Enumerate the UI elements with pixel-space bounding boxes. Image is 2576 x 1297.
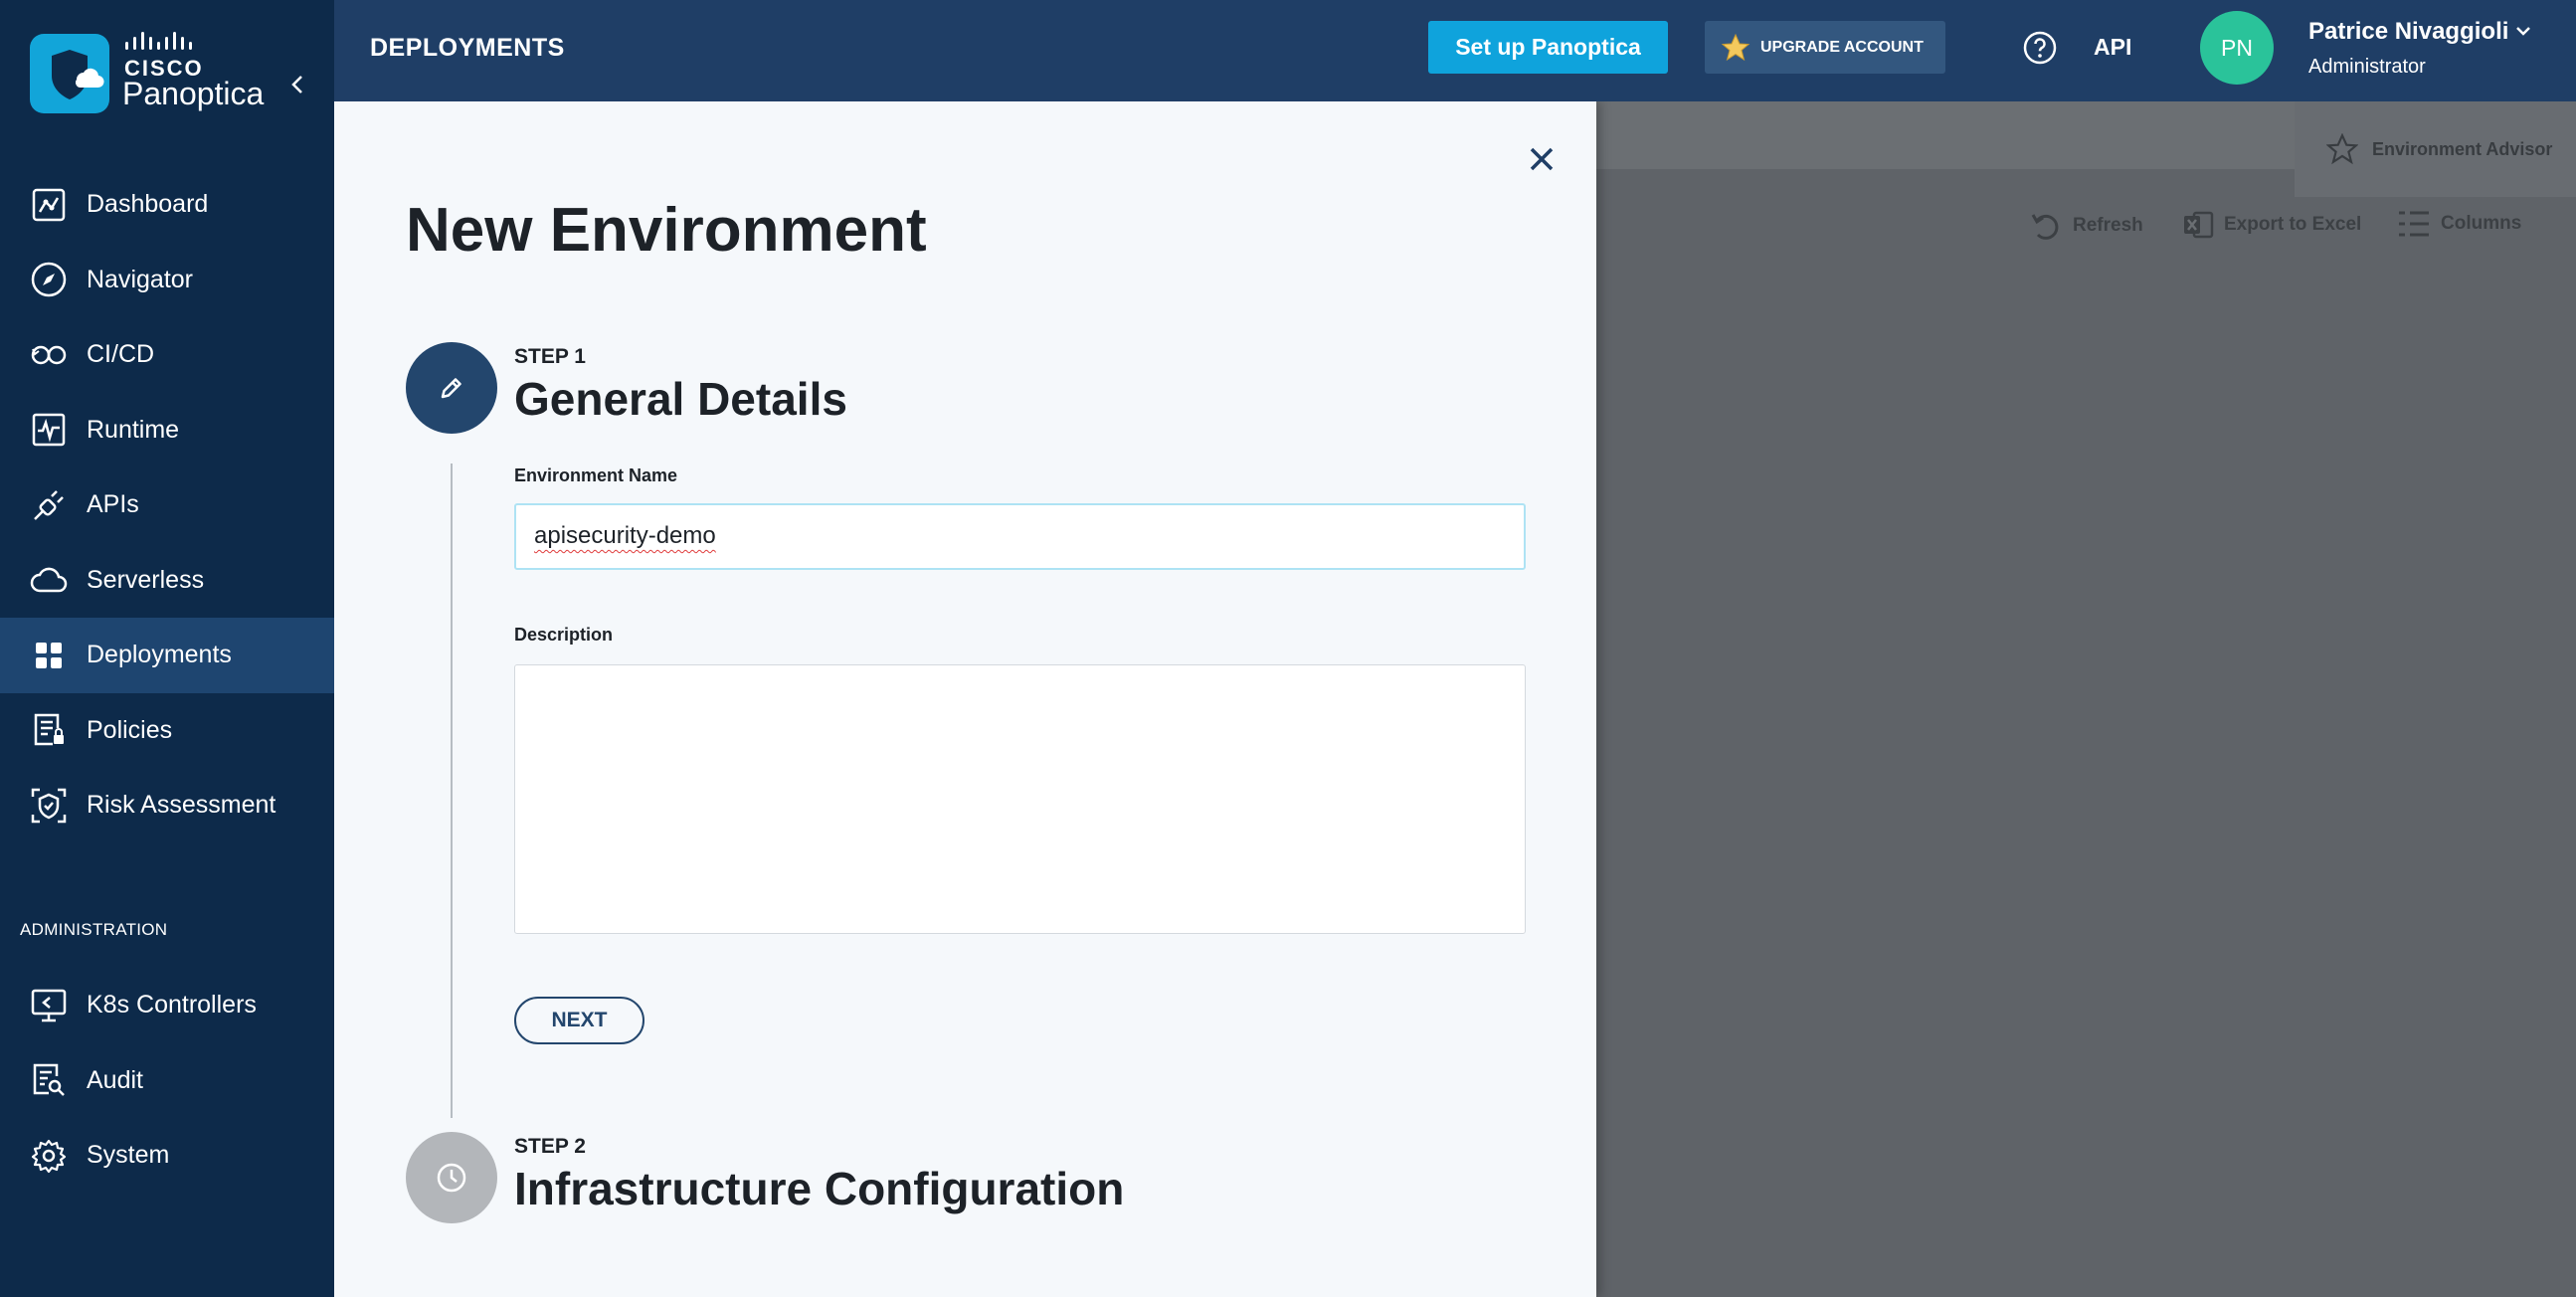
product-name: Panoptica [122,76,265,111]
nav-label: CI/CD [87,340,155,369]
nav-label: Serverless [87,565,205,594]
nav-item-runtime[interactable]: Runtime [0,393,334,468]
step2-indicator [406,1132,497,1223]
upgrade-account-button[interactable]: UPGRADE ACCOUNT [1705,21,1945,74]
environment-advisor-button[interactable]: Environment Advisor [2295,101,2576,197]
environment-name-input[interactable] [514,503,1526,570]
main-nav: Dashboard Navigator CI/CD Runtime APIs S… [0,167,334,843]
page-title: DEPLOYMENTS [370,34,565,62]
refresh-button[interactable]: Refresh [2029,209,2143,243]
user-name[interactable]: Patrice Nivaggioli [2308,18,2508,46]
upgrade-account-label: UPGRADE ACCOUNT [1760,38,1924,56]
star-icon [1721,33,1750,61]
monitor-icon [30,987,68,1024]
nav-label: APIs [87,490,139,519]
description-label: Description [514,625,614,645]
nav-item-deployments[interactable]: Deployments [0,618,334,693]
environment-advisor-label: Environment Advisor [2372,138,2553,159]
nav-item-cicd[interactable]: CI/CD [0,317,334,393]
sidebar: CISCO Panoptica Dashboard Navigator CI/C… [0,0,334,1297]
star-outline-icon [2326,133,2358,165]
nav-item-serverless[interactable]: Serverless [0,543,334,619]
nav-label: Audit [87,1065,143,1094]
nav-item-apis[interactable]: APIs [0,467,334,543]
nav-item-navigator[interactable]: Navigator [0,243,334,318]
next-button[interactable]: NEXT [514,997,644,1044]
nav-label: System [87,1141,170,1170]
nav-item-audit[interactable]: Audit [0,1043,334,1119]
runtime-icon [30,411,68,449]
user-role: Administrator [2308,56,2426,78]
new-environment-drawer: New Environment STEP 1 General Details E… [334,101,1596,1297]
policy-icon [30,711,68,749]
nav-item-risk-assessment[interactable]: Risk Assessment [0,768,334,843]
nav-label: Policies [87,715,173,744]
columns-icon [2399,211,2429,237]
export-to-excel-label: Export to Excel [2224,214,2362,235]
step1-title: General Details [514,373,847,425]
help-icon[interactable] [2022,30,2058,66]
nav-label: Runtime [87,415,180,444]
excel-icon [2184,211,2214,239]
cicd-icon [30,336,68,374]
refresh-label: Refresh [2073,215,2143,236]
administration-heading: ADMINISTRATION [20,920,168,939]
drawer-title: New Environment [406,196,927,265]
step2-title: Infrastructure Configuration [514,1163,1125,1214]
top-header: DEPLOYMENTS Set up Panoptica UPGRADE ACC… [334,0,2576,101]
description-textarea[interactable] [514,664,1526,934]
grid-icon [30,637,68,674]
gear-icon [30,1137,68,1175]
close-icon[interactable] [1524,141,1560,177]
nav-label: Navigator [87,265,193,293]
cisco-bars-icon [125,32,192,50]
clock-icon [437,1163,466,1193]
columns-label: Columns [2441,213,2522,234]
audit-icon [30,1061,68,1099]
shield-scan-icon [30,787,68,825]
cloud-icon [30,561,68,599]
compass-icon [30,261,68,298]
nav-item-k8s-controllers[interactable]: K8s Controllers [0,968,334,1043]
api-link[interactable]: API [2094,34,2131,61]
chevron-down-icon[interactable] [2512,20,2534,42]
panoptica-logo-icon [30,34,109,113]
collapse-sidebar-button[interactable] [290,74,304,101]
setup-panoptica-button[interactable]: Set up Panoptica [1428,21,1668,74]
nav-label: Deployments [87,641,232,669]
cisco-wordmark: CISCO [124,32,204,82]
step2-label: STEP 2 [514,1135,586,1158]
pencil-icon [441,378,461,399]
nav-label: K8s Controllers [87,991,257,1019]
brand[interactable]: CISCO Panoptica [30,32,318,115]
nav-label: Dashboard [87,190,209,219]
step-connector-line [451,463,453,1118]
admin-nav: K8s Controllers Audit System [0,968,334,1194]
export-to-excel-button[interactable]: Export to Excel [2182,209,2361,241]
dashboard-icon [30,186,68,224]
avatar[interactable]: PN [2200,11,2274,85]
plug-icon [30,486,68,524]
nav-item-system[interactable]: System [0,1118,334,1194]
nav-item-dashboard[interactable]: Dashboard [0,167,334,243]
columns-button[interactable]: Columns [2397,209,2521,239]
refresh-icon [2031,214,2059,240]
nav-item-policies[interactable]: Policies [0,693,334,769]
nav-label: Risk Assessment [87,791,276,820]
chevron-left-icon [291,76,302,93]
environment-name-label: Environment Name [514,465,678,485]
step1-indicator [406,342,497,434]
step1-label: STEP 1 [514,345,586,368]
